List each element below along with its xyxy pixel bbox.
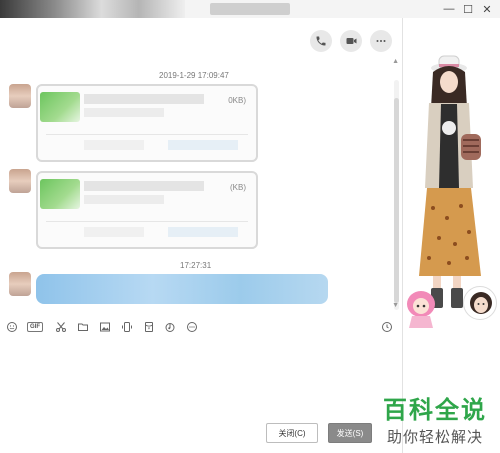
chat-scrollbar[interactable] bbox=[394, 80, 399, 310]
clock-icon bbox=[382, 322, 392, 332]
more-tools-button[interactable] bbox=[185, 320, 199, 334]
file-message-card[interactable]: (KB) bbox=[36, 171, 258, 249]
scissors-icon bbox=[56, 322, 66, 332]
file-message-card[interactable]: 0KB) bbox=[36, 84, 258, 162]
contact-name-blurred bbox=[210, 3, 290, 15]
screenshot-button[interactable] bbox=[54, 320, 68, 334]
window-background-image bbox=[0, 0, 185, 18]
chat-header-actions bbox=[310, 30, 392, 52]
more-options-button[interactable] bbox=[370, 30, 392, 52]
watermark-subtitle: 助你轻松解决 bbox=[386, 428, 483, 446]
maximize-button[interactable]: ☐ bbox=[459, 0, 477, 18]
phone-icon bbox=[316, 36, 326, 46]
phone-device-icon bbox=[122, 322, 132, 332]
screen-share-button[interactable] bbox=[120, 320, 134, 334]
card-divider bbox=[46, 134, 248, 135]
cartoon-character-icon bbox=[407, 291, 435, 328]
card-divider bbox=[46, 221, 248, 222]
avatar[interactable] bbox=[9, 169, 31, 193]
folder-icon bbox=[78, 323, 88, 331]
smiley-icon bbox=[7, 322, 17, 332]
message-input-area[interactable]: 关闭(C) 发送(S) bbox=[0, 337, 402, 453]
file-size: 0KB) bbox=[228, 96, 246, 105]
file-name-blurred bbox=[84, 181, 204, 191]
red-packet-button[interactable]: ¥ bbox=[142, 320, 156, 334]
more-dots-icon bbox=[376, 40, 386, 42]
emoji-button[interactable] bbox=[5, 320, 19, 334]
music-note-icon bbox=[165, 323, 175, 332]
send-image-button[interactable] bbox=[98, 320, 112, 334]
show-avatar-button[interactable] bbox=[463, 286, 497, 320]
avatar[interactable] bbox=[9, 272, 31, 296]
chat-history: 2019-1-29 17:09:47 0KB) (KB) 17:27:31 ▲ … bbox=[0, 18, 402, 315]
title-bar: — ☐ ✕ bbox=[0, 0, 500, 18]
message-timestamp: 17:27:31 bbox=[180, 261, 212, 270]
file-status-blurred bbox=[84, 140, 144, 150]
file-action-links-blurred[interactable] bbox=[168, 140, 238, 150]
avatar[interactable] bbox=[9, 84, 31, 108]
send-file-button[interactable] bbox=[76, 320, 90, 334]
scrollbar-thumb[interactable] bbox=[394, 98, 399, 303]
image-icon bbox=[100, 322, 110, 332]
music-button[interactable] bbox=[163, 320, 177, 334]
file-name-blurred bbox=[84, 94, 204, 104]
svg-text:¥: ¥ bbox=[148, 327, 150, 331]
contact-show-panel bbox=[402, 18, 500, 453]
text-message-bubble[interactable] bbox=[36, 274, 328, 304]
video-camera-icon bbox=[346, 38, 356, 44]
file-size: (KB) bbox=[230, 183, 246, 192]
more-dots-icon bbox=[187, 322, 197, 332]
input-toolbar: GIF ¥ bbox=[0, 317, 402, 337]
red-envelope-icon: ¥ bbox=[145, 322, 153, 332]
file-detail-blurred bbox=[84, 195, 164, 204]
scroll-down-arrow-icon[interactable]: ▼ bbox=[392, 302, 399, 309]
file-type-icon bbox=[40, 92, 80, 122]
file-detail-blurred bbox=[84, 108, 164, 117]
scroll-up-arrow-icon[interactable]: ▲ bbox=[392, 58, 399, 65]
message-history-button[interactable] bbox=[380, 320, 394, 334]
close-window-button[interactable]: ✕ bbox=[478, 0, 496, 18]
minimize-button[interactable]: — bbox=[440, 0, 458, 18]
message-timestamp: 2019-1-29 17:09:47 bbox=[159, 71, 229, 80]
gif-button[interactable]: GIF bbox=[27, 322, 43, 332]
file-status-blurred bbox=[84, 227, 144, 237]
file-type-icon bbox=[40, 179, 80, 209]
close-button[interactable]: 关闭(C) bbox=[266, 423, 318, 443]
watermark: 百科全说 助你轻松解决 bbox=[376, 390, 494, 447]
voice-call-button[interactable] bbox=[310, 30, 332, 52]
file-action-links-blurred[interactable] bbox=[168, 227, 238, 237]
send-button[interactable]: 发送(S) bbox=[328, 423, 372, 443]
watermark-title: 百科全说 bbox=[383, 396, 487, 424]
video-call-button[interactable] bbox=[340, 30, 362, 52]
